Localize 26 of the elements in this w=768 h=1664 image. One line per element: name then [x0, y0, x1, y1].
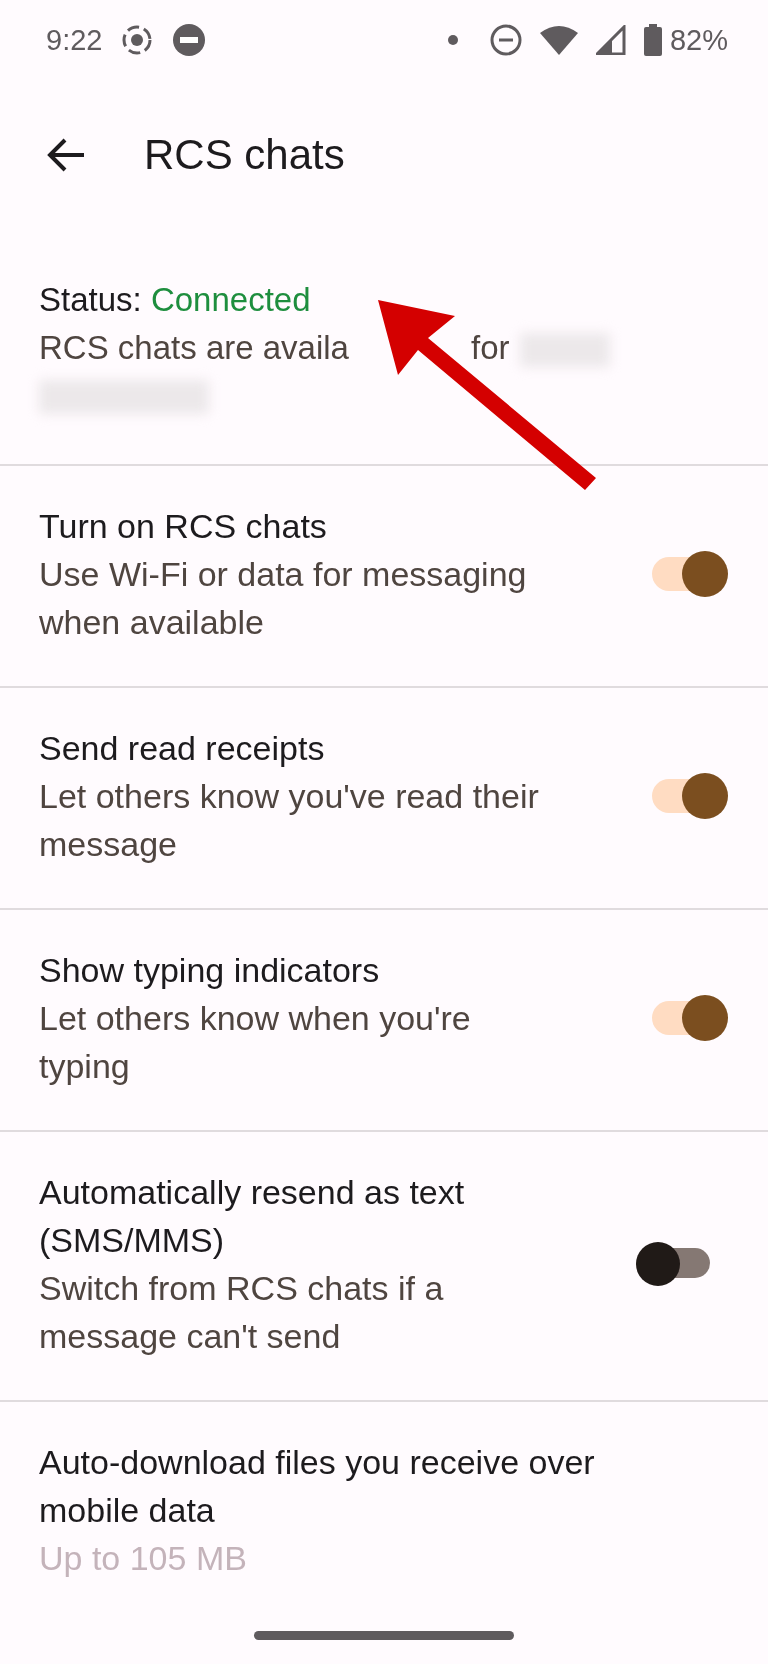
battery-percent: 82%: [669, 23, 728, 57]
status-value: Connected: [150, 281, 311, 318]
setting-description: Use Wi-Fi or data for messaging when available: [39, 554, 528, 643]
status-description: for: [471, 329, 510, 366]
setting-title: Turn on RCS chats: [39, 506, 328, 547]
setting-title: Auto-download files you receive over mobile data: [39, 1442, 596, 1531]
clock-time: 9:22: [46, 23, 103, 57]
setting-description: Switch from RCS chats if a message can't send: [39, 1268, 445, 1357]
back-arrow-icon[interactable]: [46, 137, 86, 173]
setting-description: Up to 105 MB: [39, 1538, 248, 1579]
page-title: RCS chats: [144, 131, 345, 179]
setting-title: Show typing indicators: [39, 950, 381, 991]
setting-description: Let others know when you're typing: [39, 998, 472, 1087]
setting-title: Automatically resend as text (SMS/MMS): [39, 1172, 466, 1261]
toggle-switch[interactable]: [636, 1241, 710, 1287]
do-not-disturb-icon: [172, 23, 207, 57]
status-description: RCS chats are availa: [39, 329, 349, 366]
dot-icon: [447, 35, 458, 45]
setting-description: Let others know you've read their message: [39, 776, 539, 865]
wifi-icon: [539, 25, 578, 55]
do-not-disturb-icon: [489, 24, 522, 56]
battery-icon: [643, 24, 662, 56]
signal-icon: [595, 25, 626, 55]
setting-title: Send read receipts: [39, 728, 326, 769]
gesture-handle[interactable]: [254, 1631, 514, 1640]
status-label: Status:: [39, 281, 142, 318]
